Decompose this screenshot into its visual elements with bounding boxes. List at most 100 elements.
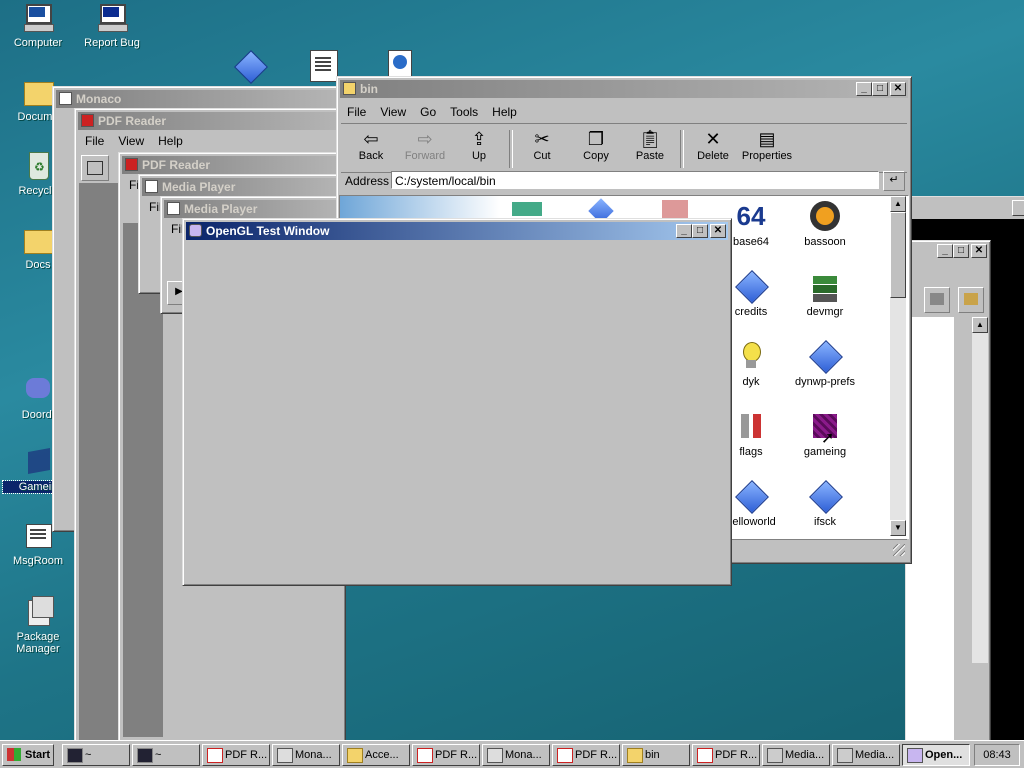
taskbar-button-bin[interactable]: bin xyxy=(622,744,690,766)
bin-titlebar[interactable]: bin _ □ ✕ xyxy=(340,80,908,98)
file-name: dynwp-prefs xyxy=(795,376,855,388)
tools-icon xyxy=(735,410,767,442)
arrow-left-icon: ⇦ xyxy=(363,129,379,149)
taskbar-button-monaco-2[interactable]: Mona... xyxy=(482,744,550,766)
scrollbar-thumb[interactable] xyxy=(890,212,906,298)
taskbar-button-media-1[interactable]: Media... xyxy=(762,744,830,766)
maximize-button[interactable]: □ xyxy=(692,224,708,238)
restore-button[interactable] xyxy=(1012,200,1024,216)
menu-file[interactable]: File xyxy=(85,132,104,150)
taskbar-button-accessories[interactable]: Acce... xyxy=(342,744,410,766)
vertical-scrollbar[interactable]: ▲ xyxy=(972,317,988,663)
tools-icon xyxy=(964,293,978,305)
desktop-icon-diamond[interactable] xyxy=(234,50,268,84)
menu-help[interactable]: Help xyxy=(158,132,183,150)
opengl-canvas[interactable] xyxy=(186,241,728,582)
properties-button[interactable]: ▤ Properties xyxy=(739,128,795,162)
credits-diamond-icon xyxy=(735,270,769,304)
pdf-icon xyxy=(81,114,94,127)
file-name: ifsck xyxy=(814,516,836,528)
minimize-button[interactable]: _ xyxy=(676,224,692,238)
taskbar-button-terminal-1[interactable]: ~ xyxy=(62,744,130,766)
base64-icon: 64 xyxy=(736,201,766,231)
close-button[interactable]: ✕ xyxy=(710,224,726,238)
minimize-button[interactable]: _ xyxy=(937,244,953,258)
taskbar-button-pdf-3[interactable]: PDF R... xyxy=(552,744,620,766)
media-player-icon xyxy=(145,180,158,193)
scroll-up-button[interactable]: ▲ xyxy=(972,317,988,333)
close-button[interactable]: ✕ xyxy=(890,82,906,96)
minimize-button[interactable]: _ xyxy=(856,82,872,96)
sidebar-toggle-button[interactable] xyxy=(81,155,109,181)
app-window-icon xyxy=(907,748,923,763)
pdf-icon xyxy=(417,748,433,763)
menu-help[interactable]: Help xyxy=(492,103,517,121)
menu-view[interactable]: View xyxy=(118,132,144,150)
menu-tools[interactable]: Tools xyxy=(450,103,478,121)
close-button[interactable]: ✕ xyxy=(971,244,987,258)
media-player-2-titlebar[interactable]: Media Player xyxy=(164,200,342,218)
desktop-icon-computer[interactable]: Computer xyxy=(3,2,73,49)
helloworld-diamond-icon xyxy=(735,480,769,514)
taskbar-button-pdf-4[interactable]: PDF R... xyxy=(692,744,760,766)
file-item-devmgr[interactable]: devmgr xyxy=(787,270,863,318)
address-field[interactable]: C:/system/local/bin xyxy=(391,171,879,189)
taskbar-button-pdf-1[interactable]: PDF R... xyxy=(202,744,270,766)
app-window-icon xyxy=(59,92,72,105)
pdf-reader-2-titlebar[interactable]: PDF Reader xyxy=(122,156,342,174)
printer-icon xyxy=(930,293,944,305)
toolbar-settings-button[interactable] xyxy=(958,287,984,313)
start-button[interactable]: Start xyxy=(2,744,54,766)
window-title: bin xyxy=(360,82,378,96)
window-title: Media Player xyxy=(184,202,258,216)
window-title: Monaco xyxy=(76,92,122,106)
media-player-icon xyxy=(767,748,783,763)
file-item-bassoon[interactable]: bassoon xyxy=(787,200,863,248)
taskbar-button-monaco-1[interactable]: Mona... xyxy=(272,744,340,766)
taskbar-button-pdf-2[interactable]: PDF R... xyxy=(412,744,480,766)
forward-button[interactable]: ⇨ Forward xyxy=(397,128,453,162)
media-player-titlebar[interactable]: Media Player xyxy=(142,178,342,196)
desktop-icon-package-manager[interactable]: Package Manager xyxy=(3,596,73,655)
maximize-button[interactable]: □ xyxy=(953,244,969,258)
opengl-test-window[interactable]: OpenGL Test Window _ □ ✕ xyxy=(182,218,732,586)
delete-x-icon: ✕ xyxy=(705,129,721,149)
start-logo-icon xyxy=(7,748,21,761)
scroll-down-button[interactable]: ▼ xyxy=(890,520,906,536)
file-list-scrollbar[interactable]: ▲ ▼ xyxy=(890,196,906,536)
address-go-button[interactable]: ↵ xyxy=(883,171,905,191)
menu-view[interactable]: View xyxy=(380,103,406,121)
file-item-ifsck[interactable]: ifsck xyxy=(787,480,863,528)
file-item-gameing[interactable]: ➚ gameing xyxy=(787,410,863,458)
scroll-up-button[interactable]: ▲ xyxy=(890,196,906,212)
file-item-dynwp-prefs[interactable]: dynwp-prefs xyxy=(787,340,863,388)
back-button[interactable]: ⇦ Back xyxy=(343,128,399,162)
background-window-right-inner[interactable]: _ □ ✕ ▲ xyxy=(905,240,991,742)
folder-icon xyxy=(22,224,54,256)
menu-go[interactable]: Go xyxy=(420,103,436,121)
taskbar-button-opengl[interactable]: Open... xyxy=(902,744,970,766)
cut-button[interactable]: ✂ Cut xyxy=(514,128,570,162)
file-name: helloworld xyxy=(726,516,776,528)
taskbar-button-media-2[interactable]: Media... xyxy=(832,744,900,766)
system-clock[interactable]: 08:43 xyxy=(974,744,1020,766)
copy-label: Copy xyxy=(583,150,609,162)
copy-button[interactable]: ❐ Copy xyxy=(568,128,624,162)
taskbar-button-terminal-2[interactable]: ~ xyxy=(132,744,200,766)
desktop-icon-report-bug[interactable]: Report Bug xyxy=(77,2,147,49)
resize-grip-icon[interactable] xyxy=(893,544,905,556)
toolbar-print-button[interactable] xyxy=(924,287,950,313)
pdf-reader-titlebar[interactable]: PDF Reader xyxy=(78,112,342,130)
up-button[interactable]: ⇪ Up xyxy=(451,128,507,162)
opengl-titlebar[interactable]: OpenGL Test Window _ □ ✕ xyxy=(186,222,728,240)
menu-file[interactable]: File xyxy=(347,103,366,121)
delete-button[interactable]: ✕ Delete xyxy=(685,128,741,162)
desktop-icon-document[interactable] xyxy=(310,50,338,82)
file-name: credits xyxy=(734,306,768,318)
maximize-button[interactable]: □ xyxy=(872,82,888,96)
paste-label: Paste xyxy=(635,150,665,162)
pdf-icon xyxy=(125,158,138,171)
up-label: Up xyxy=(471,150,487,162)
monaco-titlebar[interactable]: Monaco xyxy=(56,90,340,108)
paste-button[interactable]: 📋︎ Paste xyxy=(622,128,678,162)
